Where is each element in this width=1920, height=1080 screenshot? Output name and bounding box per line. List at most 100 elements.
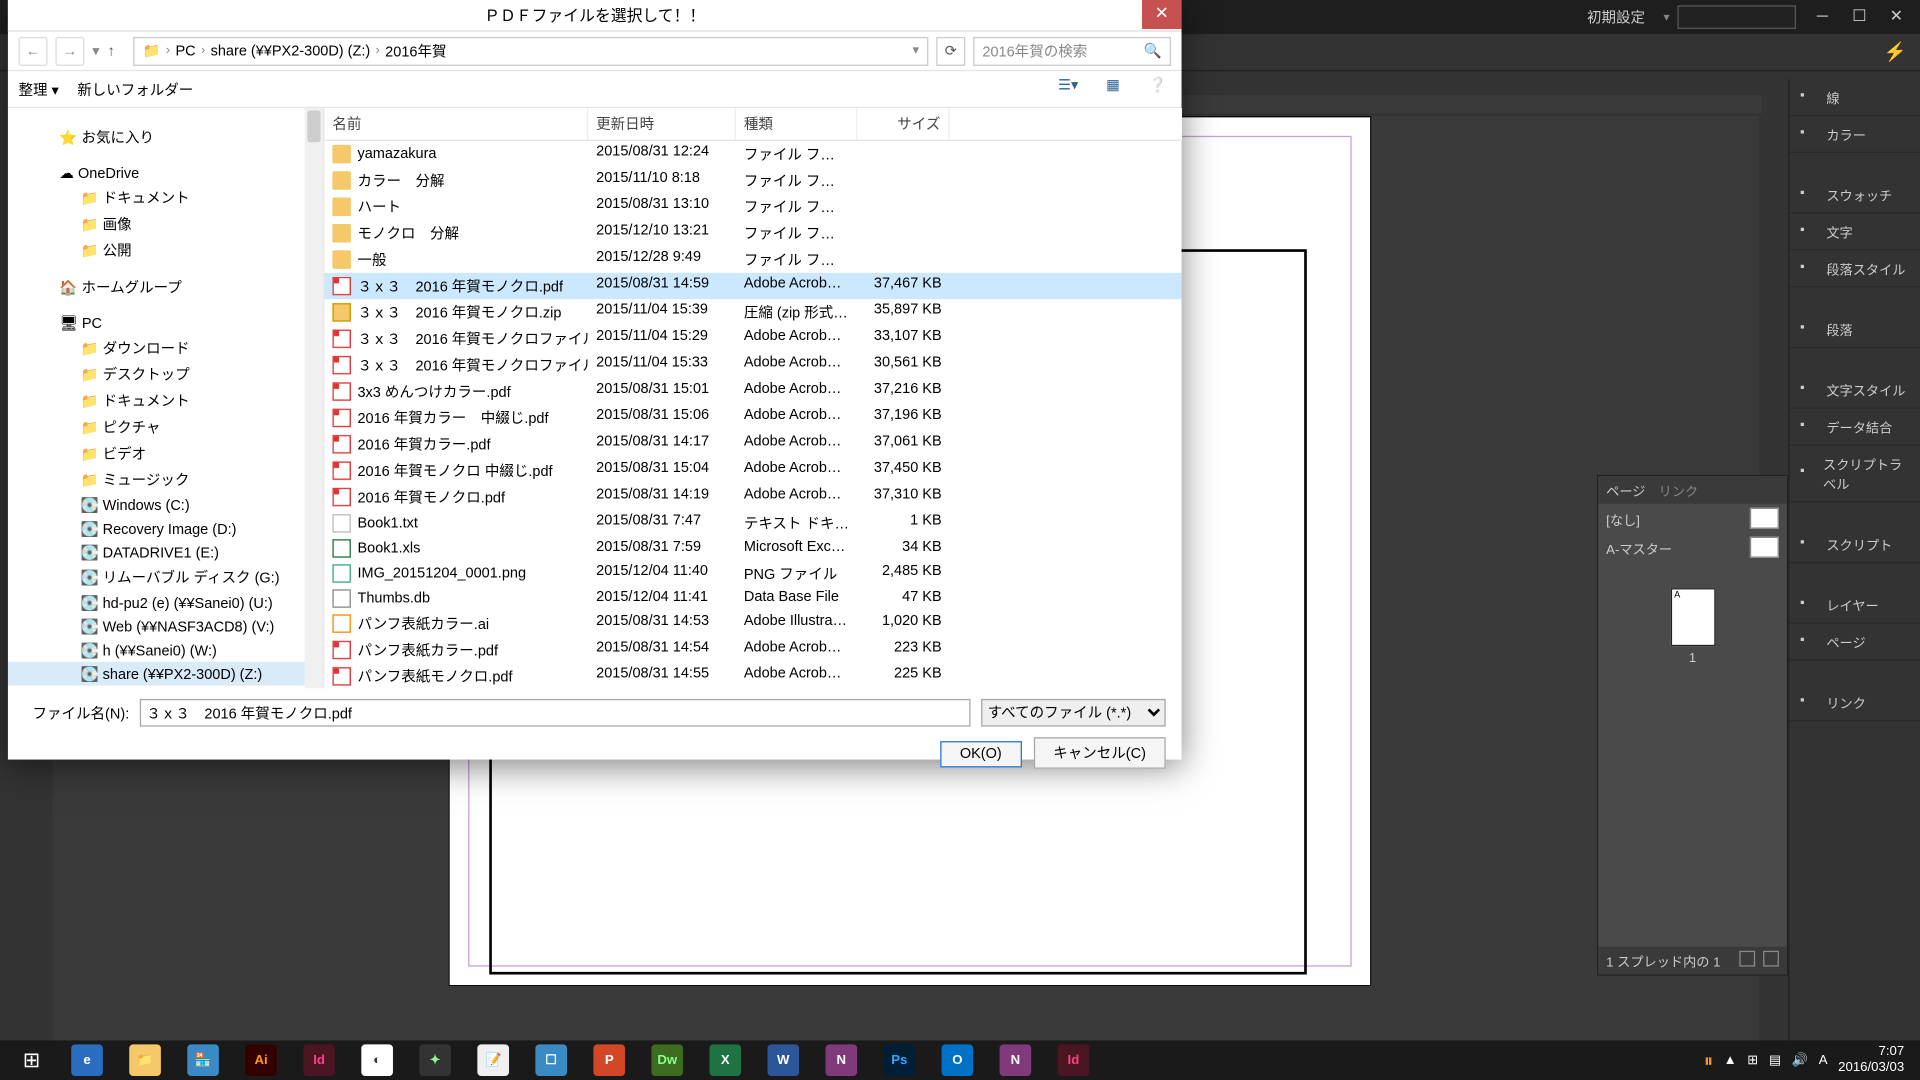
panel-item-4[interactable]: ▪段落スタイル — [1789, 251, 1920, 288]
tree-item[interactable]: 💽 リムーバブル ディスク (G:) — [8, 564, 323, 590]
filename-input[interactable] — [140, 699, 971, 727]
tree-item[interactable]: 📁 ビデオ — [8, 440, 323, 466]
col-size[interactable]: サイズ — [857, 108, 949, 140]
dialog-close-button[interactable]: ✕ — [1142, 0, 1182, 29]
pages-panel[interactable]: ページ リンク [なし] A-マスター 1 1 スプレッド内の 1 — [1597, 475, 1788, 976]
settings-menu[interactable]: 初期設定 — [1579, 4, 1653, 30]
tree-item[interactable]: 🖥 PC — [8, 311, 323, 335]
ok-button[interactable]: OK(O) — [940, 741, 1021, 767]
taskbar-app[interactable]: Ps — [870, 1042, 928, 1079]
file-row[interactable]: Thumbs.db2015/12/04 11:41Data Base File4… — [324, 587, 1181, 611]
tray-icon[interactable]: ▲ — [1724, 1053, 1737, 1068]
tree-scrollbar[interactable] — [305, 108, 323, 688]
search-input[interactable]: 2016年賀の検索 🔍 — [973, 36, 1171, 65]
taskbar-app[interactable]: O — [928, 1042, 986, 1079]
panel-item-6[interactable]: ▪文字スタイル — [1789, 372, 1920, 409]
taskbar[interactable]: ⊞e📁🏪AiId◐✦📝☐PDwXWNPsONId ⏸ ▲ ⊞ ▤ 🔊 A 7:0… — [0, 1040, 1920, 1080]
file-row[interactable]: パンフ表紙カラー.ai2015/08/31 14:53Adobe Illustr… — [324, 611, 1181, 637]
taskbar-app[interactable]: ⊞ — [5, 1042, 58, 1079]
tree-item[interactable]: ⭐ お気に入り — [8, 124, 323, 150]
delete-page-icon[interactable] — [1763, 951, 1779, 967]
file-row[interactable]: 2016 年賀モノクロ 中綴じ.pdf2015/08/31 15:04Adobe… — [324, 458, 1181, 484]
taskbar-app[interactable]: P — [580, 1042, 638, 1079]
nav-tree[interactable]: ⭐ お気に入り☁ OneDrive📁 ドキュメント📁 画像📁 公開🏠 ホームグル… — [8, 108, 324, 688]
tree-item[interactable]: 📁 公開 — [8, 237, 323, 263]
file-row[interactable]: yamazakura2015/08/31 12:24ファイル フォルダー — [324, 141, 1181, 167]
master-thumb-none[interactable] — [1750, 508, 1779, 529]
tree-item[interactable]: 📁 画像 — [8, 211, 323, 237]
tree-item[interactable]: 💽 Web (¥¥NASF3ACD8) (V:) — [8, 615, 323, 639]
app-search[interactable] — [1677, 5, 1796, 29]
file-row[interactable]: 2016 年賀カラー.pdf2015/08/31 14:17Adobe Acro… — [324, 431, 1181, 457]
tray-up-icon[interactable]: ⏸ — [1704, 1049, 1713, 1071]
file-row[interactable]: カラー 分解2015/11/10 8:18ファイル フォルダー — [324, 167, 1181, 193]
refresh-button[interactable]: ⟳ — [936, 36, 965, 65]
tree-item[interactable]: 📁 ダウンロード — [8, 335, 323, 361]
recent-dropdown[interactable]: ▾ — [92, 42, 99, 59]
taskbar-app[interactable]: W — [754, 1042, 812, 1079]
file-row[interactable]: ハート2015/08/31 13:10ファイル フォルダー — [324, 194, 1181, 220]
taskbar-app[interactable]: ✦ — [406, 1042, 464, 1079]
volume-icon[interactable]: 🔊 — [1792, 1053, 1808, 1068]
preview-pane-icon[interactable]: ▦ — [1100, 76, 1126, 102]
ime-indicator[interactable]: A — [1819, 1053, 1828, 1068]
maximize-button[interactable]: ☐ — [1841, 4, 1878, 30]
tree-item[interactable]: 📁 ミュージック — [8, 467, 323, 493]
file-row[interactable]: IMG_20151204_0001.png2015/12/04 11:40PNG… — [324, 560, 1181, 586]
file-list[interactable]: 名前 更新日時 種類 サイズ yamazakura2015/08/31 12:2… — [324, 108, 1181, 688]
file-row[interactable]: 2016 年賀モノクロ.pdf2015/08/31 14:19Adobe Acr… — [324, 484, 1181, 510]
tree-item[interactable]: 💽 share (¥¥PX2-300D) (Z:) — [8, 662, 323, 686]
help-icon[interactable]: ❔ — [1145, 76, 1171, 102]
taskbar-app[interactable]: 📝 — [464, 1042, 522, 1079]
taskbar-app[interactable]: X — [696, 1042, 754, 1079]
organize-menu[interactable]: 整理 ▾ — [18, 78, 58, 99]
tree-item[interactable]: 💽 hd-pu2 (e) (¥¥Sanei0) (U:) — [8, 591, 323, 615]
up-button[interactable]: ↑ — [108, 43, 115, 59]
panel-item-2[interactable]: ▪スウォッチ — [1789, 177, 1920, 214]
col-type[interactable]: 種類 — [736, 108, 857, 140]
tree-item[interactable]: 🏠 ホームグループ — [8, 274, 323, 300]
file-row[interactable]: Book1.xls2015/08/31 7:59Microsoft Excel … — [324, 537, 1181, 561]
tree-item[interactable]: 📁 デスクトップ — [8, 361, 323, 387]
tray-icon[interactable]: ⊞ — [1747, 1053, 1758, 1068]
taskbar-app[interactable]: ☐ — [522, 1042, 580, 1079]
filter-select[interactable]: すべてのファイル (*.*) — [981, 699, 1166, 727]
file-row[interactable]: ３ｘ３ 2016 年賀モノクロ.pdf2015/08/31 14:59Adobe… — [324, 273, 1181, 299]
tree-item[interactable]: 📁 ドキュメント — [8, 185, 323, 211]
tree-item[interactable]: 📁 ドキュメント — [8, 388, 323, 414]
taskbar-app[interactable]: N — [986, 1042, 1044, 1079]
tray-icon[interactable]: ▤ — [1769, 1053, 1781, 1068]
links-tab[interactable]: リンク — [1659, 480, 1699, 500]
taskbar-app[interactable]: N — [812, 1042, 870, 1079]
tree-item[interactable]: 📁 ピクチャ — [8, 414, 323, 440]
view-menu-icon[interactable]: ☰▾ — [1055, 76, 1081, 102]
panel-item-7[interactable]: ▪データ結合 — [1789, 409, 1920, 446]
taskbar-app[interactable]: ◐ — [348, 1042, 406, 1079]
pages-tab[interactable]: ページ — [1606, 480, 1645, 500]
taskbar-app[interactable]: Id — [290, 1042, 348, 1079]
file-row[interactable]: モノクロ 分解2015/12/10 13:21ファイル フォルダー — [324, 220, 1181, 246]
master-a[interactable]: A-マスター — [1606, 537, 1672, 557]
tree-item[interactable]: 💽 DATADRIVE1 (E:) — [8, 541, 323, 565]
file-row[interactable]: 3x3 めんつけカラー.pdf2015/08/31 15:01Adobe Acr… — [324, 378, 1181, 404]
panel-item-9[interactable]: ▪スクリプト — [1789, 526, 1920, 563]
panel-item-5[interactable]: ▪段落 — [1789, 311, 1920, 348]
file-row[interactable]: 2016 年賀カラー 中綴じ.pdf2015/08/31 15:06Adobe … — [324, 405, 1181, 431]
tree-item[interactable]: 💽 Recovery Image (D:) — [8, 517, 323, 541]
back-button[interactable]: ← — [18, 36, 47, 65]
breadcrumb[interactable]: 📁 › PC› share (¥¥PX2-300D) (Z:)› 2016年賀 … — [133, 36, 928, 65]
file-row[interactable]: ３ｘ３ 2016 年賀モノクロ.zip2015/11/04 15:39圧縮 (z… — [324, 299, 1181, 325]
col-date[interactable]: 更新日時 — [588, 108, 736, 140]
tree-item[interactable]: ☁ OneDrive — [8, 161, 323, 185]
taskbar-app[interactable]: 🏪 — [174, 1042, 232, 1079]
col-name[interactable]: 名前 — [324, 108, 588, 140]
file-row[interactable]: 一般2015/12/28 9:49ファイル フォルダー — [324, 247, 1181, 273]
forward-button[interactable]: → — [55, 36, 84, 65]
panel-item-11[interactable]: ▪ページ — [1789, 624, 1920, 661]
new-folder-button[interactable]: 新しいフォルダー — [77, 78, 193, 99]
clock[interactable]: 7:07 2016/03/03 — [1838, 1044, 1904, 1076]
close-button[interactable]: ✕ — [1878, 4, 1915, 30]
taskbar-app[interactable]: Id — [1044, 1042, 1102, 1079]
panel-item-10[interactable]: ▪レイヤー — [1789, 587, 1920, 624]
panel-item-8[interactable]: ▪スクリプトラベル — [1789, 446, 1920, 503]
